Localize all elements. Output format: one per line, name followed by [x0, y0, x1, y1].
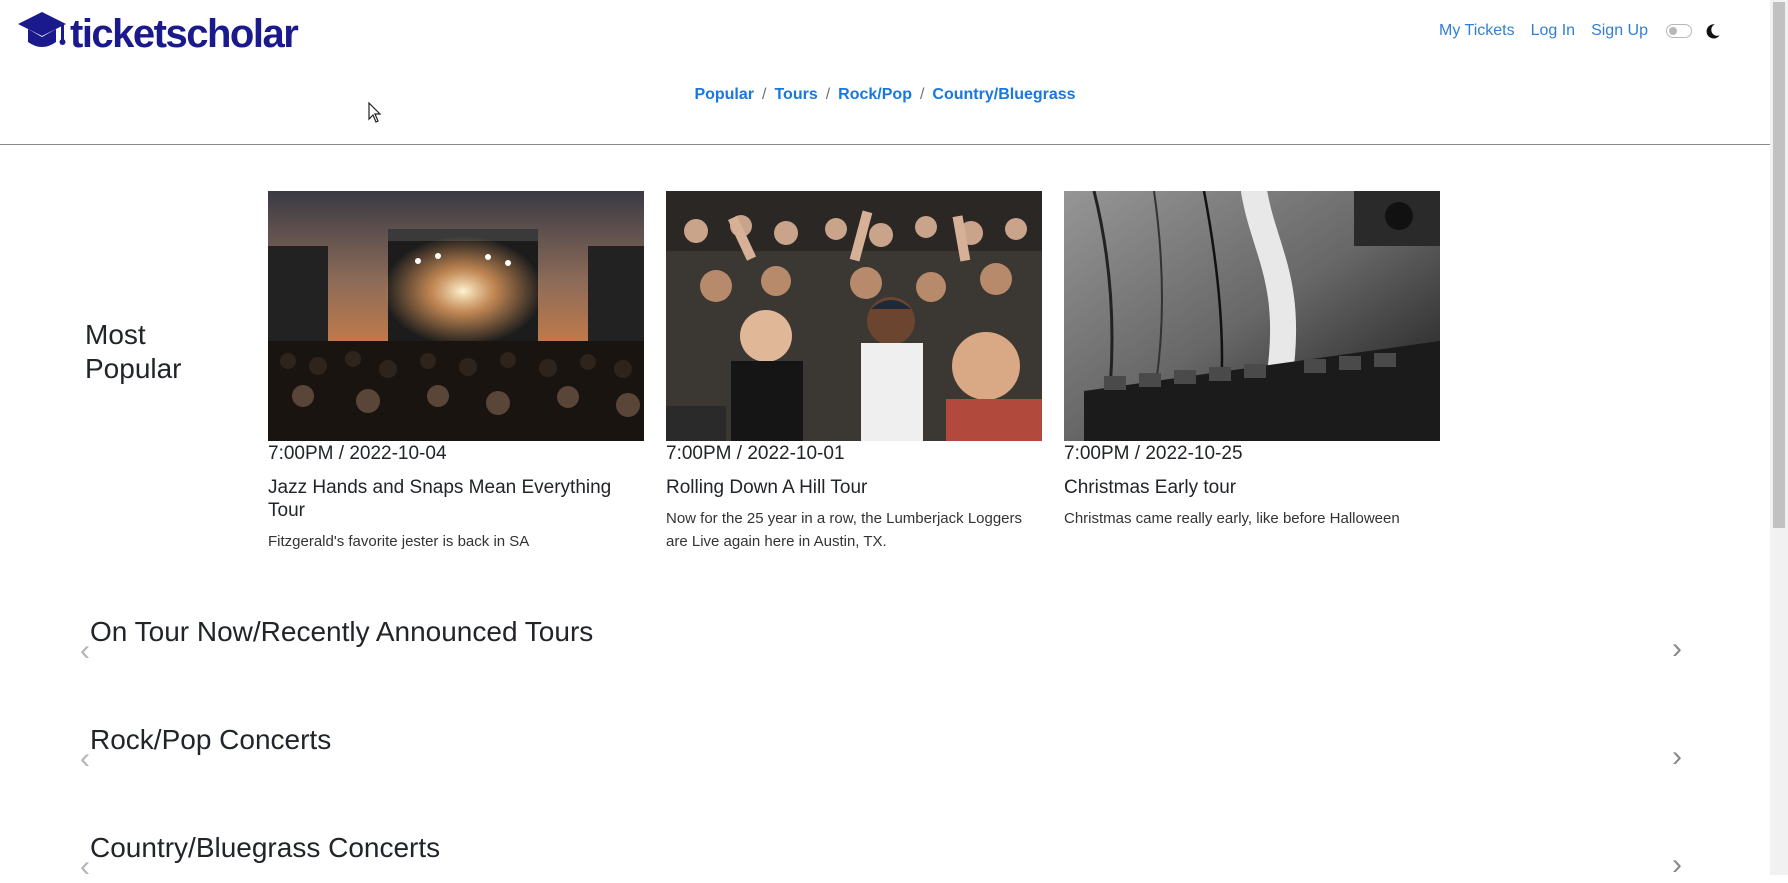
event-description: Christmas came really early, like before…	[1064, 510, 1400, 527]
breadcrumb-rock-pop[interactable]: Rock/Pop	[838, 86, 912, 103]
section-rock-pop-heading: Rock/Pop Concerts	[90, 724, 332, 755]
chevron-right-icon[interactable]: ›	[1672, 850, 1682, 880]
event-date: 7:00PM / 2022-10-25	[1064, 443, 1243, 464]
breadcrumb-popular[interactable]: Popular	[694, 86, 754, 103]
logo-link[interactable]: ticketscholar	[16, 10, 299, 57]
breadcrumb-separator: /	[762, 86, 767, 103]
scrollbar-thumb[interactable]	[1773, 2, 1785, 528]
moon-icon[interactable]	[1704, 22, 1722, 40]
section-tours-heading: On Tour Now/Recently Announced Tours	[90, 616, 594, 647]
sign-up-link[interactable]: Sign Up	[1591, 22, 1648, 40]
breadcrumb-separator: /	[825, 86, 831, 103]
log-in-link[interactable]: Log In	[1531, 22, 1575, 40]
event-date: 7:00PM / 2022-10-01	[666, 443, 845, 464]
chevron-left-icon[interactable]: ‹	[80, 636, 90, 666]
event-title[interactable]: Rolling Down A Hill Tour	[666, 476, 1042, 499]
mouse-cursor-icon	[368, 101, 382, 129]
cheering-crowd-photo[interactable]	[666, 191, 1042, 441]
breadcrumb-tours[interactable]: Tours	[774, 86, 817, 103]
theme-toggle[interactable]	[1666, 24, 1692, 38]
my-tickets-link[interactable]: My Tickets	[1439, 22, 1515, 40]
chevron-right-icon[interactable]: ›	[1672, 634, 1682, 664]
event-date: 7:00PM / 2022-10-04	[268, 443, 447, 464]
most-popular-heading: Most Popular	[85, 319, 182, 384]
event-card[interactable]: 7:00PM / 2022-10-04 Jazz Hands and Snaps…	[268, 191, 644, 553]
page-scrollbar[interactable]	[1770, 0, 1788, 875]
section-country-bluegrass-heading: Country/Bluegrass Concerts	[90, 832, 441, 863]
concert-stage-photo[interactable]	[268, 191, 644, 441]
brand-name: ticketscholar	[70, 11, 299, 56]
chevron-left-icon[interactable]: ‹	[80, 852, 90, 882]
top-navigation: My Tickets Log In Sign Up	[1423, 22, 1722, 40]
audio-mixer-photo[interactable]	[1064, 191, 1440, 441]
event-title[interactable]: Jazz Hands and Snaps Mean Everything Tou…	[268, 476, 644, 522]
event-title[interactable]: Christmas Early tour	[1064, 476, 1440, 499]
breadcrumb: Popular / Tours / Rock/Pop / Country/Bluegrass	[0, 86, 1770, 104]
site-header: ticketscholar My Tickets Log In Sign Up …	[0, 0, 1770, 145]
event-description: Fitzgerald's favorite jester is back in …	[268, 533, 530, 550]
event-card[interactable]: 7:00PM / 2022-10-01 Rolling Down A Hill …	[666, 191, 1042, 553]
chevron-left-icon[interactable]: ‹	[80, 744, 90, 774]
event-card[interactable]: 7:00PM / 2022-10-25 Christmas Early tour…	[1064, 191, 1440, 530]
chevron-right-icon[interactable]: ›	[1672, 742, 1682, 772]
graduation-cap-icon	[16, 10, 68, 57]
event-description: Now for the 25 year in a row, the Lumber…	[666, 510, 1023, 550]
breadcrumb-country-bluegrass[interactable]: Country/Bluegrass	[932, 86, 1075, 103]
breadcrumb-separator: /	[919, 86, 925, 103]
